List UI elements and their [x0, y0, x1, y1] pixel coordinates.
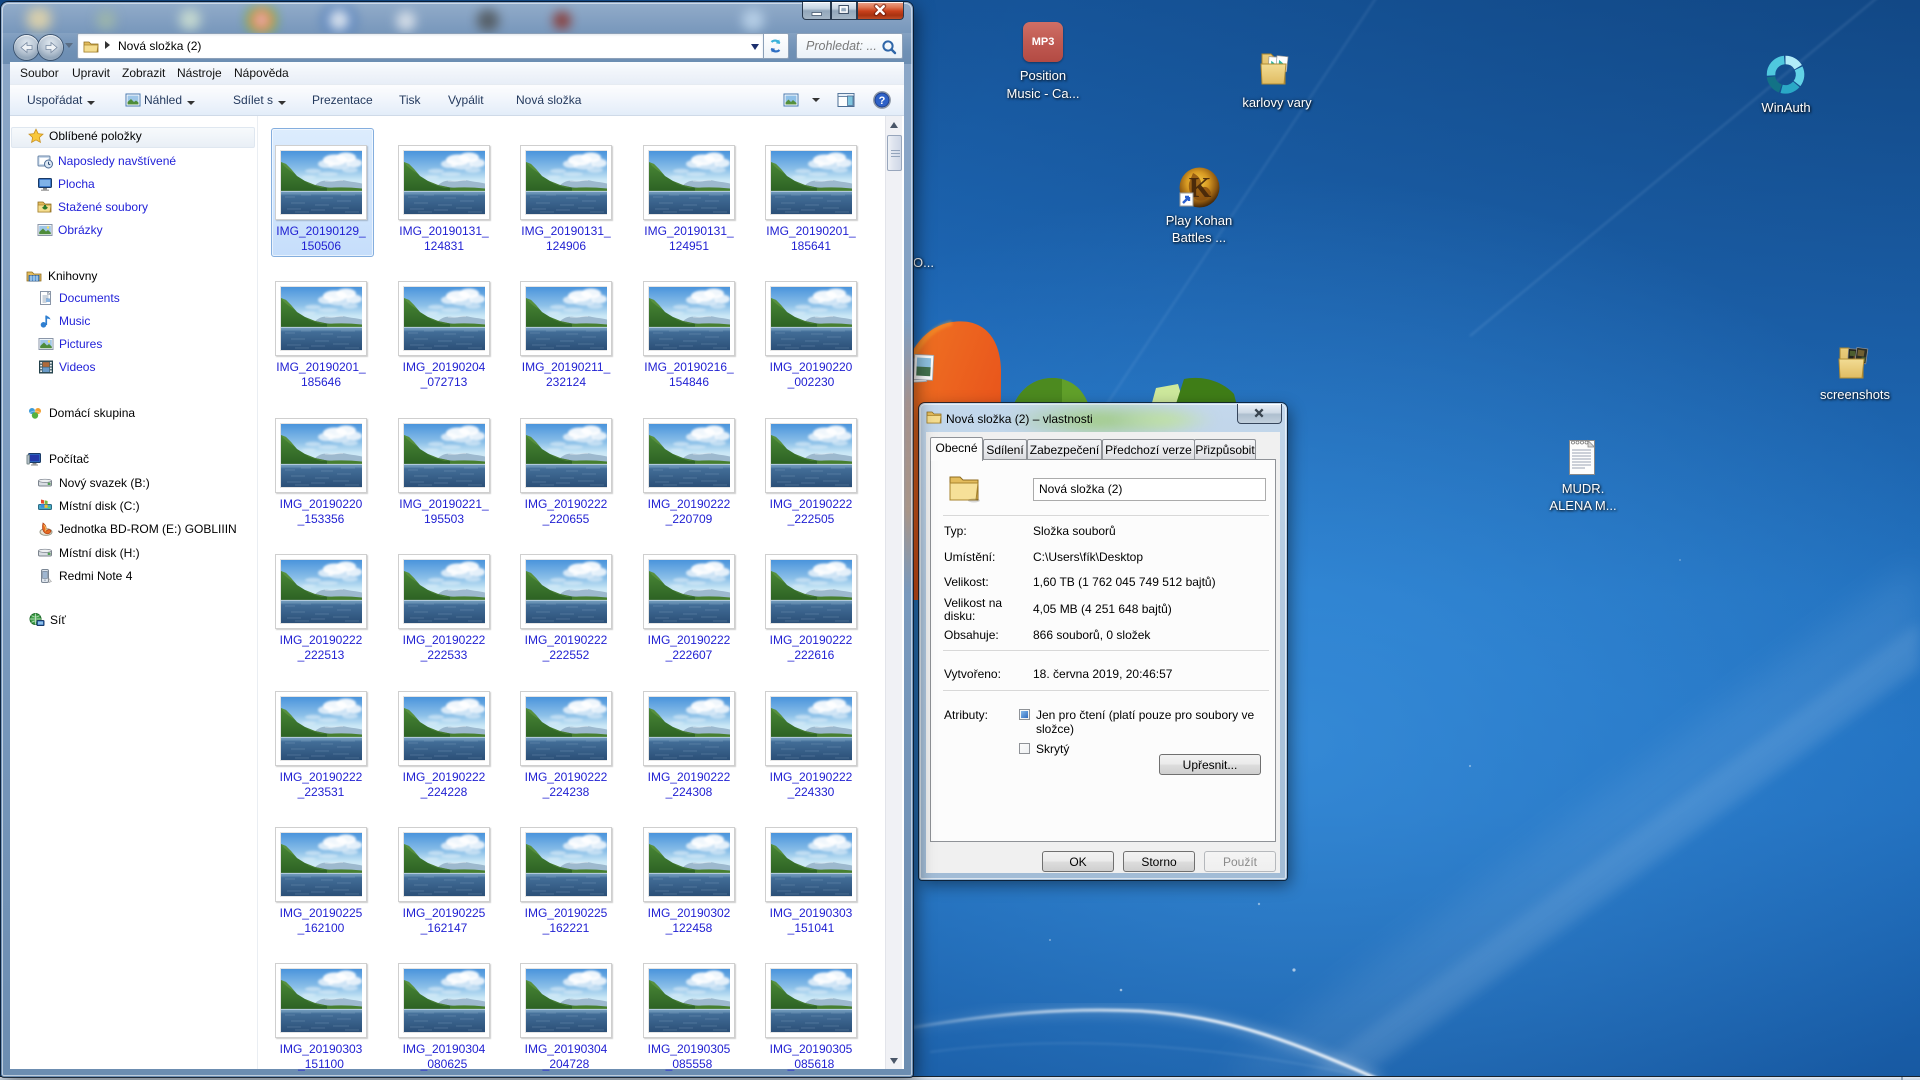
- svg-text:?: ?: [879, 95, 886, 107]
